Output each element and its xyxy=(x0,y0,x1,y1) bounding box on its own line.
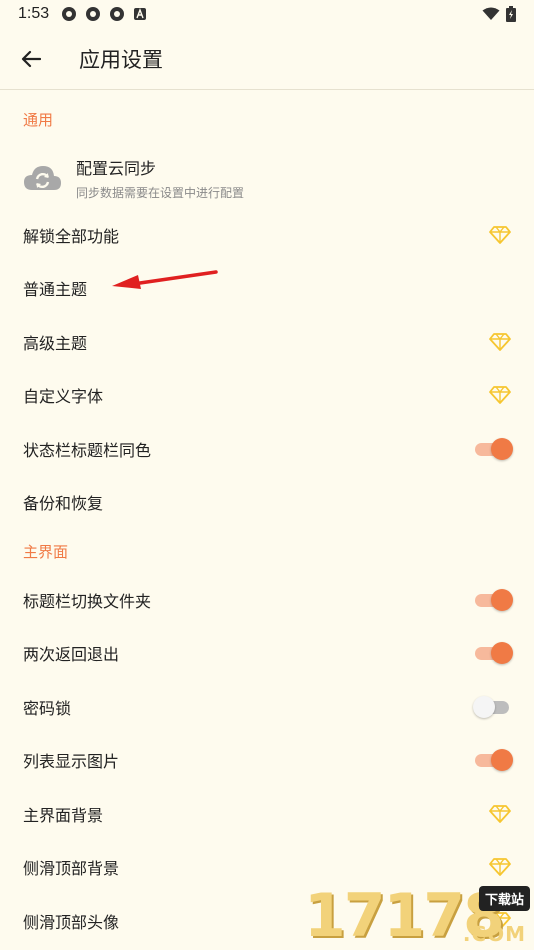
annotation-arrow-icon xyxy=(112,270,218,289)
cloud-sync-label: 配置云同步 xyxy=(76,159,157,178)
row-label: 侧滑顶部背景 xyxy=(23,859,120,879)
settings-list: 通用 配置云同步 同步数据需要在设置中进行配置 解锁全部功能 普通主题 高级主题… xyxy=(0,90,534,948)
statusbar-same-color-toggle[interactable] xyxy=(473,437,513,461)
diamond-icon xyxy=(489,332,511,351)
advanced-theme-row[interactable]: 高级主题 xyxy=(0,315,534,369)
watermark-tag: 下载站 xyxy=(478,886,530,911)
diamond-icon xyxy=(489,225,511,244)
diamond-icon xyxy=(489,858,511,877)
row-label: 两次返回退出 xyxy=(23,645,120,665)
row-label: 主界面背景 xyxy=(23,805,104,825)
status-time: 1:53 xyxy=(18,5,50,22)
double-back-exit-toggle[interactable] xyxy=(473,641,513,665)
normal-theme-row[interactable]: 普通主题 xyxy=(0,262,534,316)
row-label: 自定义字体 xyxy=(23,387,104,407)
double-back-exit-row[interactable]: 两次返回退出 xyxy=(0,627,534,681)
battery-icon xyxy=(506,6,516,22)
status-right xyxy=(482,6,516,22)
back-button[interactable] xyxy=(0,28,62,90)
app-notification-icon xyxy=(62,7,77,21)
status-notification-icons xyxy=(61,6,147,22)
wifi-icon xyxy=(482,7,500,20)
row-label: 列表显示图片 xyxy=(23,752,120,772)
statusbar-same-color-row[interactable]: 状态栏标题栏同色 xyxy=(0,422,534,476)
app-notification-icon xyxy=(110,7,125,21)
diamond-icon xyxy=(489,386,511,405)
row-label: 密码锁 xyxy=(23,698,72,718)
password-lock-row[interactable]: 密码锁 xyxy=(0,680,534,734)
row-label: 解锁全部功能 xyxy=(23,226,120,246)
password-lock-toggle[interactable] xyxy=(473,695,513,719)
page-title: 应用设置 xyxy=(79,47,163,72)
row-label: 备份和恢复 xyxy=(23,494,104,514)
a-notification-icon xyxy=(134,8,147,20)
status-bar: 1:53 xyxy=(0,0,534,28)
list-show-images-toggle[interactable] xyxy=(473,748,513,772)
cloud-sync-row[interactable]: 配置云同步 同步数据需要在设置中进行配置 xyxy=(0,148,534,208)
titlebar-switch-folder-row[interactable]: 标题栏切换文件夹 xyxy=(0,573,534,627)
list-show-images-row[interactable]: 列表显示图片 xyxy=(0,734,534,788)
cloud-sync-text: 配置云同步 同步数据需要在设置中进行配置 xyxy=(76,155,244,201)
main-background-row[interactable]: 主界面背景 xyxy=(0,787,534,841)
watermark-logo: 17178 下载站 .COM xyxy=(304,884,530,948)
app-notification-icon xyxy=(86,7,101,21)
row-label: 普通主题 xyxy=(23,280,88,300)
section-header-main-ui: 主界面 xyxy=(23,542,69,561)
cloud-sync-icon xyxy=(24,166,61,190)
section-header-general: 通用 xyxy=(23,110,54,129)
cloud-sync-subtitle: 同步数据需要在设置中进行配置 xyxy=(76,186,245,200)
row-label: 标题栏切换文件夹 xyxy=(23,591,152,611)
custom-font-row[interactable]: 自定义字体 xyxy=(0,369,534,423)
unlock-all-row[interactable]: 解锁全部功能 xyxy=(0,208,534,262)
app-bar: 应用设置 xyxy=(0,28,534,90)
watermark-suffix: .COM xyxy=(462,922,526,946)
row-label: 高级主题 xyxy=(23,333,88,353)
titlebar-switch-folder-toggle[interactable] xyxy=(473,588,513,612)
back-arrow-icon xyxy=(21,50,41,67)
row-label: 状态栏标题栏同色 xyxy=(23,440,152,460)
diamond-icon xyxy=(489,804,511,823)
backup-restore-row[interactable]: 备份和恢复 xyxy=(0,476,534,530)
